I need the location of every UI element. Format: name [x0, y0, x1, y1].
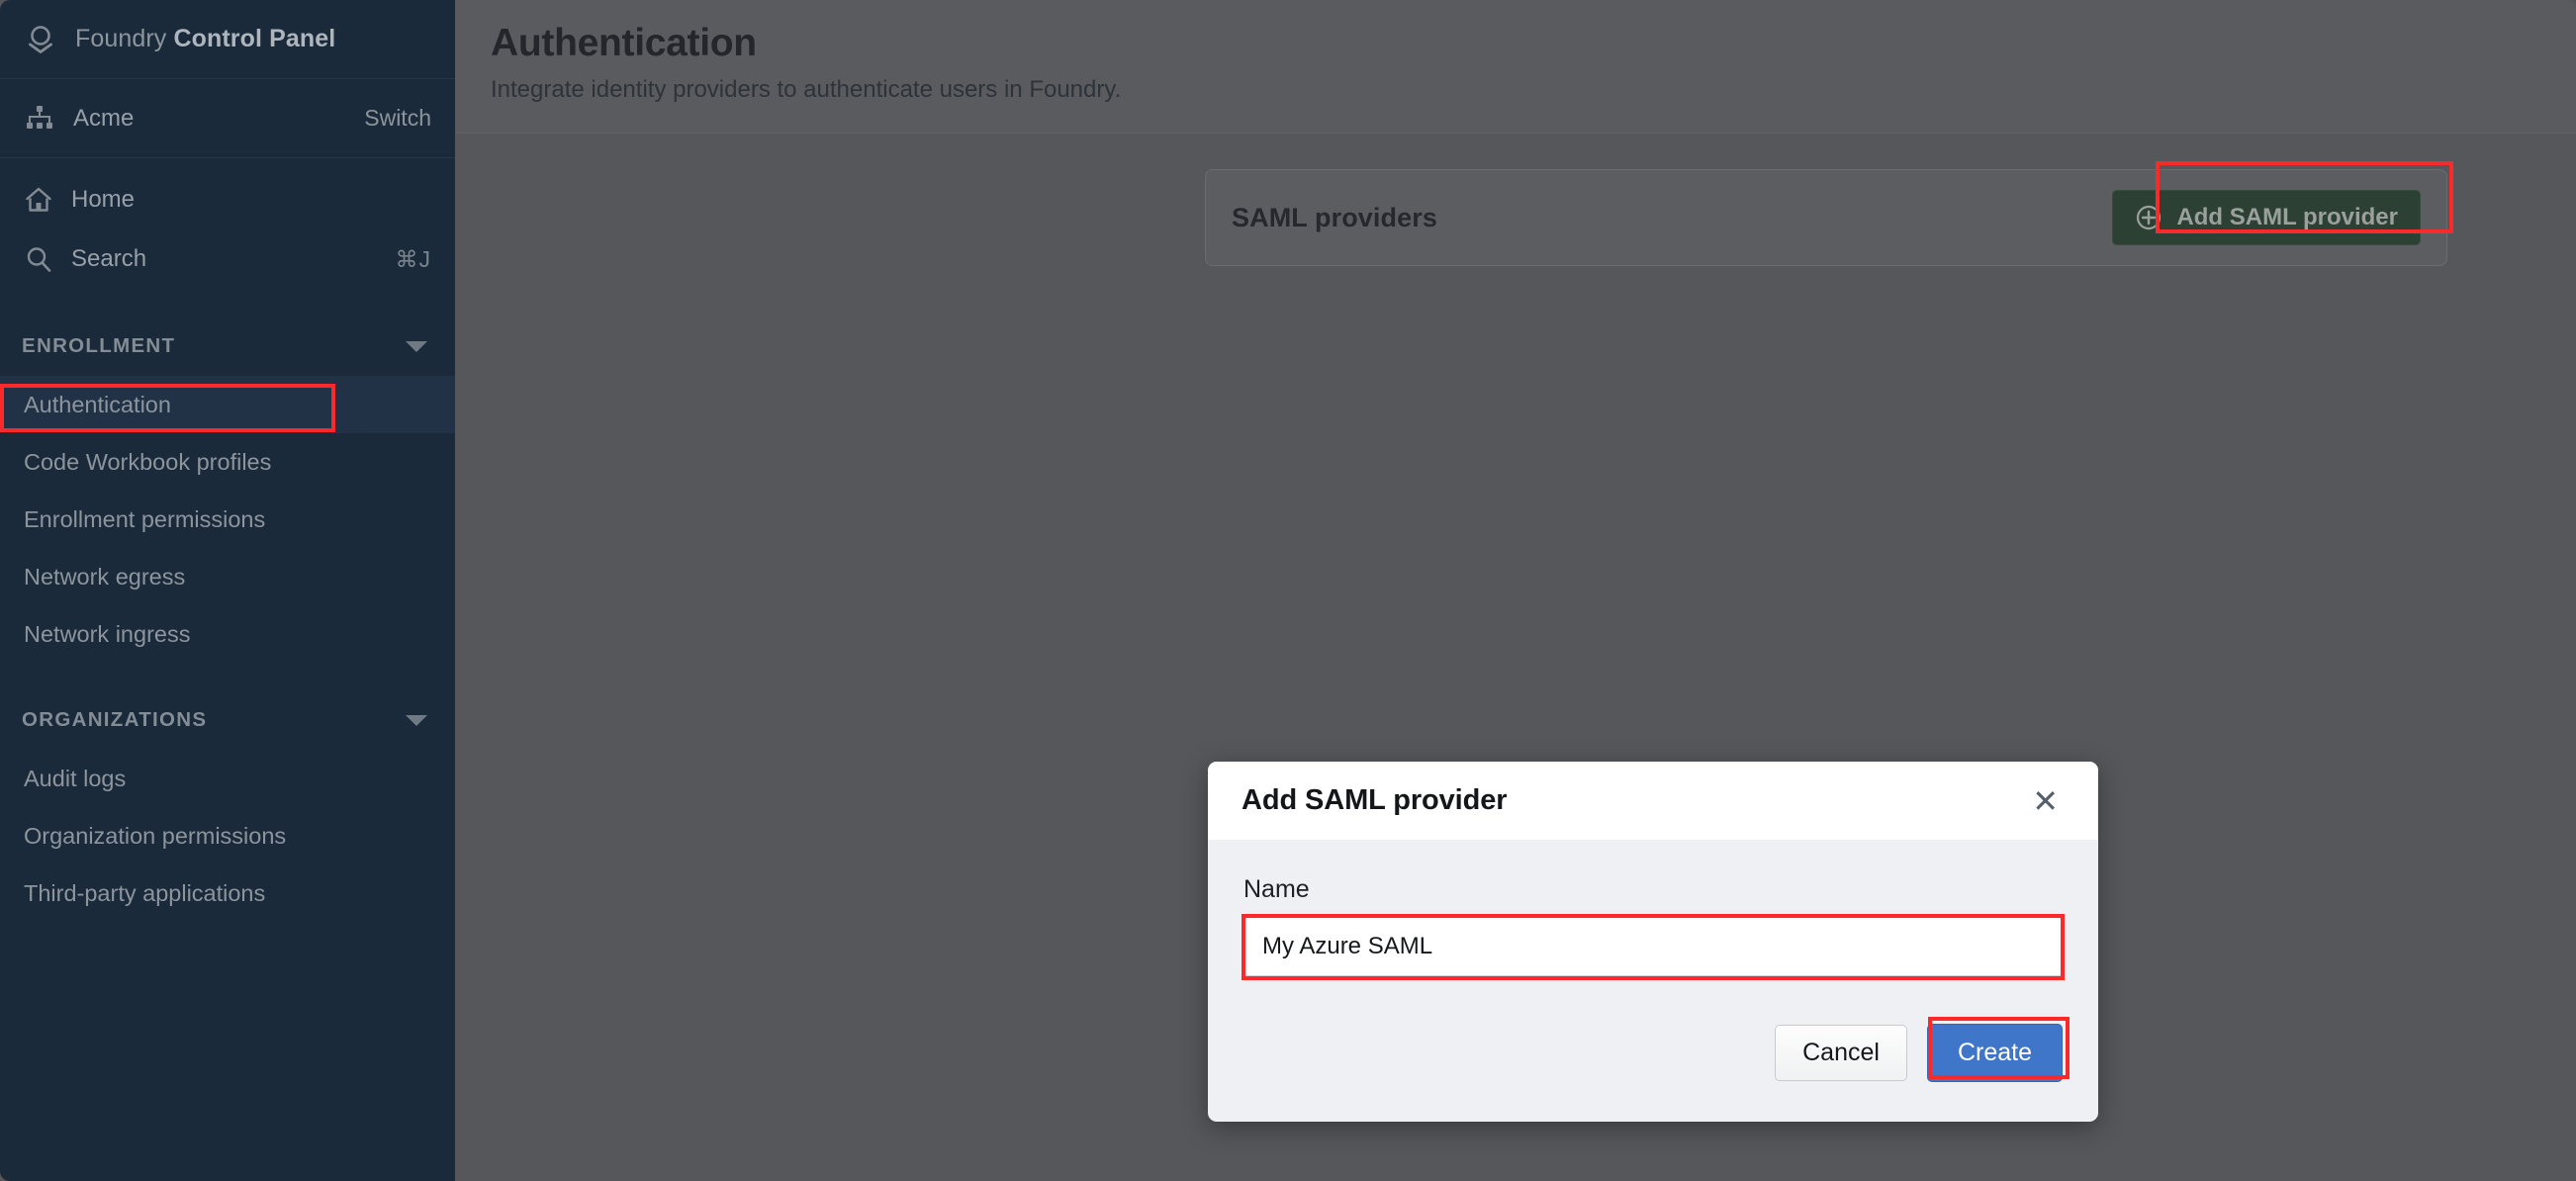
brand-header[interactable]: Foundry Control Panel — [0, 0, 455, 79]
home-icon — [26, 187, 51, 212]
plus-circle-icon — [2137, 205, 2162, 230]
sidebar-item-third-party-applications-label: Third-party applications — [24, 879, 266, 906]
search-icon — [27, 247, 51, 272]
name-field-label: Name — [1243, 875, 1310, 903]
org-switch-link[interactable]: Switch — [364, 105, 431, 132]
brand-title-light: Foundry — [75, 25, 174, 52]
dialog-footer: Cancel Create — [1208, 976, 2098, 1122]
sidebar-item-network-ingress[interactable]: Network ingress — [0, 605, 455, 663]
sidebar-section-enrollment-title: ENROLLMENT — [22, 334, 176, 357]
org-switcher[interactable]: Acme Switch — [0, 79, 455, 158]
sidebar-item-search-label: Search — [71, 245, 147, 272]
brand-title: Foundry Control Panel — [75, 25, 335, 53]
sidebar-item-enrollment-permissions[interactable]: Enrollment permissions — [0, 491, 455, 548]
sidebar-item-home[interactable]: Home — [0, 170, 455, 229]
sidebar-item-network-egress-label: Network egress — [24, 563, 186, 590]
content-area: SAML providers Add SAML provider — [455, 134, 2576, 266]
sidebar-item-organization-permissions[interactable]: Organization permissions — [0, 807, 455, 864]
org-hierarchy-icon — [27, 105, 52, 129]
sidebar: Foundry Control Panel Acme Switch Home S… — [0, 0, 455, 1181]
sidebar-item-network-ingress-label: Network ingress — [24, 620, 191, 647]
foundry-logo-icon — [29, 25, 52, 53]
page-subtitle: Integrate identity providers to authenti… — [491, 75, 1122, 103]
sidebar-section-organizations[interactable]: ORGANIZATIONS — [0, 690, 455, 750]
dialog-header: Add SAML provider ✕ — [1208, 762, 2098, 840]
brand-title-bold: Control Panel — [173, 25, 336, 52]
cancel-button[interactable]: Cancel — [1775, 1025, 1907, 1081]
page-header: Authentication Integrate identity provid… — [455, 0, 2576, 134]
create-button[interactable]: Create — [1926, 1024, 2063, 1082]
chevron-down-icon[interactable] — [406, 714, 427, 726]
sidebar-section-enrollment[interactable]: ENROLLMENT — [0, 317, 455, 376]
name-input[interactable] — [1243, 917, 2063, 976]
search-shortcut-kbd: ⌘J — [395, 245, 431, 272]
saml-providers-card: SAML providers Add SAML provider — [1205, 161, 2453, 266]
sidebar-section-organizations-title: ORGANIZATIONS — [22, 708, 208, 731]
chevron-down-icon[interactable] — [406, 340, 427, 352]
add-saml-provider-dialog: Add SAML provider ✕ Name Cancel Create — [1208, 762, 2098, 1122]
name-field-wrapper — [1242, 914, 2065, 980]
close-icon[interactable]: ✕ — [2026, 781, 2065, 821]
sidebar-item-organization-permissions-label: Organization permissions — [24, 822, 287, 849]
dialog-title: Add SAML provider — [1242, 784, 1508, 816]
dialog-body: Name — [1208, 840, 2098, 980]
add-saml-provider-label: Add SAML provider — [2176, 204, 2398, 230]
add-saml-provider-button[interactable]: Add SAML provider — [2112, 190, 2421, 245]
sidebar-item-authentication[interactable]: Authentication — [0, 376, 455, 433]
sidebar-item-code-workbook-profiles[interactable]: Code Workbook profiles — [0, 433, 455, 491]
sidebar-item-code-workbook-profiles-label: Code Workbook profiles — [24, 448, 272, 475]
sidebar-item-home-label: Home — [71, 186, 136, 213]
sidebar-item-network-egress[interactable]: Network egress — [0, 548, 455, 605]
sidebar-item-authentication-label: Authentication — [24, 391, 171, 417]
app-window: Foundry Control Panel Acme Switch Home S… — [0, 0, 2576, 1181]
page-title: Authentication — [491, 22, 757, 64]
sidebar-item-enrollment-permissions-label: Enrollment permissions — [24, 505, 266, 532]
sidebar-item-audit-logs[interactable]: Audit logs — [0, 750, 455, 807]
sidebar-item-audit-logs-label: Audit logs — [24, 765, 127, 791]
sidebar-item-third-party-applications[interactable]: Third-party applications — [0, 864, 455, 922]
saml-providers-title: SAML providers — [1232, 202, 1437, 232]
sidebar-item-search[interactable]: Search ⌘J — [0, 229, 455, 289]
org-name: Acme — [73, 104, 135, 132]
